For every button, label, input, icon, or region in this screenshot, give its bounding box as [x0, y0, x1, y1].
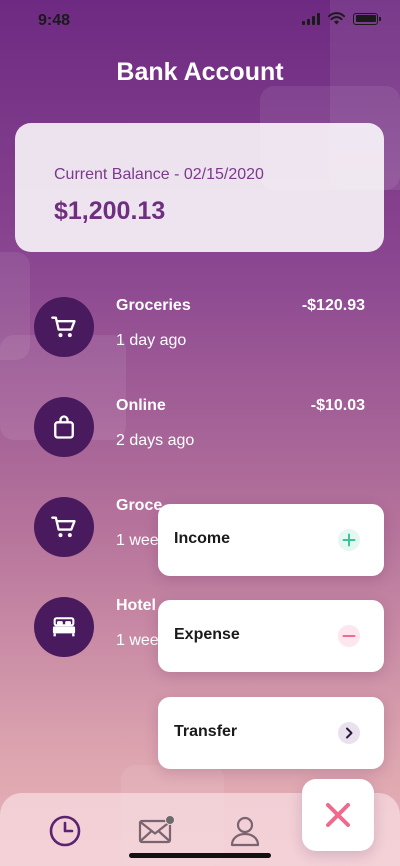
transfer-label: Transfer — [174, 723, 238, 740]
transaction-time: 1 wee — [116, 532, 159, 549]
transaction-name: Groce — [116, 497, 163, 514]
transaction-name: Groceries — [116, 297, 191, 314]
status-bar: 9:48 — [0, 0, 400, 44]
transaction-time: 1 day ago — [116, 332, 187, 349]
transaction-row[interactable]: Groceries 1 day ago -$120.93 — [34, 297, 374, 357]
bed-icon — [34, 597, 94, 657]
transaction-amount: -$120.93 — [301, 297, 365, 314]
expense-menu-item[interactable]: Expense — [158, 600, 384, 672]
close-menu-button[interactable] — [302, 779, 374, 851]
shopping-bag-icon — [34, 397, 94, 457]
minus-icon[interactable] — [338, 625, 360, 647]
home-indicator — [129, 853, 271, 858]
notification-badge — [165, 815, 175, 825]
balance-card: Current Balance - 02/15/2020 $1,200.13 — [15, 123, 384, 252]
balance-amount: $1,200.13 — [54, 197, 166, 225]
plus-icon[interactable] — [338, 529, 360, 551]
transaction-name: Hotel — [116, 597, 156, 614]
transfer-menu-item[interactable]: Transfer — [158, 697, 384, 769]
battery-icon — [353, 12, 381, 25]
transaction-row[interactable]: Online 2 days ago -$10.03 — [34, 397, 374, 457]
cart-icon — [34, 297, 94, 357]
close-icon — [326, 803, 350, 827]
transaction-amount: -$10.03 — [310, 397, 365, 414]
status-time: 9:48 — [38, 12, 71, 29]
transaction-time: 1 wee — [116, 632, 159, 649]
transaction-time: 2 days ago — [116, 432, 195, 449]
wifi-icon — [328, 12, 345, 25]
cart-icon — [34, 497, 94, 557]
clock-icon — [49, 815, 81, 847]
income-menu-item[interactable]: Income — [158, 504, 384, 576]
transaction-name: Online — [116, 397, 166, 414]
tab-history[interactable] — [47, 813, 83, 849]
chevron-right-icon[interactable] — [338, 722, 360, 744]
tab-messages[interactable] — [137, 813, 175, 849]
user-icon — [230, 816, 260, 847]
page-title: Bank Account — [116, 58, 284, 86]
cellular-signal-icon — [302, 12, 320, 25]
expense-label: Expense — [174, 626, 240, 643]
income-label: Income — [174, 530, 231, 547]
balance-label: Current Balance - 02/15/2020 — [54, 166, 264, 183]
tab-profile[interactable] — [227, 813, 263, 849]
status-icons — [302, 12, 381, 25]
